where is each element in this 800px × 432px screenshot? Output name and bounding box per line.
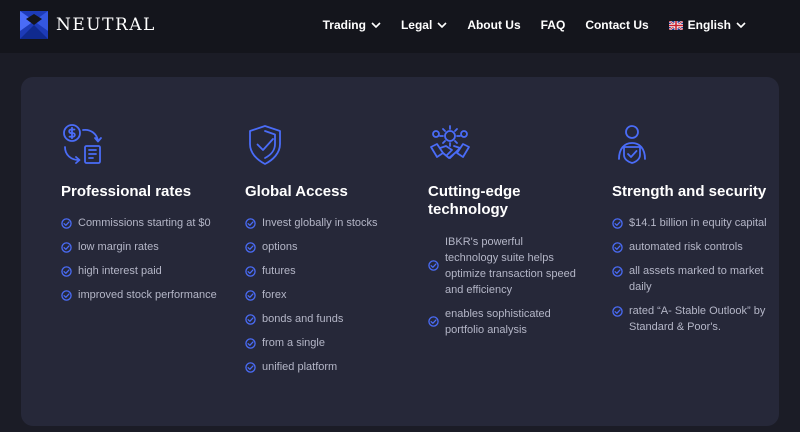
language-label: English [687,18,731,32]
check-circle-icon [428,316,439,327]
check-circle-icon [612,218,623,229]
list-item: all assets marked to market daily [612,263,777,295]
list-item-text: bonds and funds [262,313,344,325]
list-item: Invest globally in stocks [245,215,378,231]
list-item-text: low margin rates [78,241,159,253]
list-item: forex [245,287,378,303]
list-item: unified platform [245,359,378,375]
nav-item-label: Trading [322,18,366,32]
check-circle-icon [61,290,72,301]
feature-list: $14.1 billion in equity capital automate… [612,215,777,343]
nav-item-label: FAQ [540,18,566,32]
check-circle-icon [61,242,72,253]
check-circle-icon [245,266,256,277]
check-circle-icon [612,242,623,253]
check-circle-icon [245,362,256,373]
list-item-text: from a single [262,337,325,349]
nav-item-trading[interactable]: Trading [323,18,381,32]
feature-title: Global Access [245,183,348,200]
nav-item-legal[interactable]: Legal [401,18,447,32]
list-item-text: unified platform [262,361,338,373]
nav-item-contact-us[interactable]: Contact Us [585,18,648,32]
nav-item-label: Contact Us [585,18,649,32]
list-item: bonds and funds [245,311,378,327]
feature-title: Professional rates [61,183,192,200]
feature-title: Cutting-edge technology [428,183,520,219]
handshake-gear-icon [430,125,470,159]
list-item: options [245,239,378,255]
list-item-text: forex [262,289,287,301]
list-item: automated risk controls [612,239,777,255]
list-item-text: futures [262,265,296,277]
uk-flag-icon [668,20,683,30]
chevron-down-icon [736,22,746,28]
check-circle-icon [245,338,256,349]
check-circle-icon [245,218,256,229]
feature-title: Strength and security [612,183,767,200]
check-circle-icon [612,306,623,317]
features-panel: Professional rates Commissions starting … [21,77,779,426]
list-item: enables sophisticated portfolio analysis [428,306,578,338]
list-item-text: enables sophisticated portfolio analysis [445,308,551,336]
brand-name: NEUTRAL [56,15,156,35]
list-item: $14.1 billion in equity capital [612,215,777,231]
check-circle-icon [612,266,623,277]
nav-item-label: Legal [400,18,433,32]
feature-list: IBKR's powerful technology suite helps o… [428,234,578,346]
list-item: IBKR's powerful technology suite helps o… [428,234,578,298]
check-circle-icon [245,290,256,301]
nav-item-label: About Us [467,18,521,32]
check-circle-icon [61,266,72,277]
check-circle-icon [245,314,256,325]
dollar-exchange-icon [63,124,102,164]
chevron-down-icon [437,22,447,28]
feature-list: Invest globally in stocks options future… [245,215,378,383]
list-item-text: Commissions starting at $0 [78,217,211,229]
list-item-text: improved stock performance [78,289,217,301]
shield-check-icon [249,125,281,165]
secure-person-icon [618,125,646,164]
list-item-text: Invest globally in stocks [262,217,378,229]
feature-title-line: technology [428,201,509,218]
feature-title-line: Cutting-edge [428,183,521,200]
chevron-down-icon [371,22,381,28]
language-selector[interactable]: English [668,18,746,32]
list-item: rated “A- Stable Outlook” by Standard & … [612,303,777,335]
nav-item-about-us[interactable]: About Us [467,18,520,32]
list-item-text: $14.1 billion in equity capital [629,217,767,229]
list-item: high interest paid [61,263,217,279]
check-circle-icon [428,260,439,271]
list-item-text: rated “A- Stable Outlook” by Standard & … [629,305,766,333]
list-item-text: IBKR's powerful technology suite helps o… [445,236,576,296]
check-circle-icon [61,218,72,229]
list-item-text: high interest paid [78,265,162,277]
top-navbar: NEUTRAL Trading Legal About Us FAQ Conta… [0,0,800,53]
feature-list: Commissions starting at $0 low margin ra… [61,215,217,311]
list-item-text: automated risk controls [629,241,743,253]
list-item: Commissions starting at $0 [61,215,217,231]
list-item: improved stock performance [61,287,217,303]
brand-logo[interactable]: NEUTRAL [20,11,156,39]
list-item: from a single [245,335,378,351]
list-item: futures [245,263,378,279]
neutral-logo-icon [20,11,48,39]
list-item-text: all assets marked to market daily [629,265,764,293]
check-circle-icon [245,242,256,253]
list-item: low margin rates [61,239,217,255]
nav-item-faq[interactable]: FAQ [541,18,566,32]
list-item-text: options [262,241,298,253]
main-nav: Trading Legal About Us FAQ Contact Us En… [323,18,746,32]
